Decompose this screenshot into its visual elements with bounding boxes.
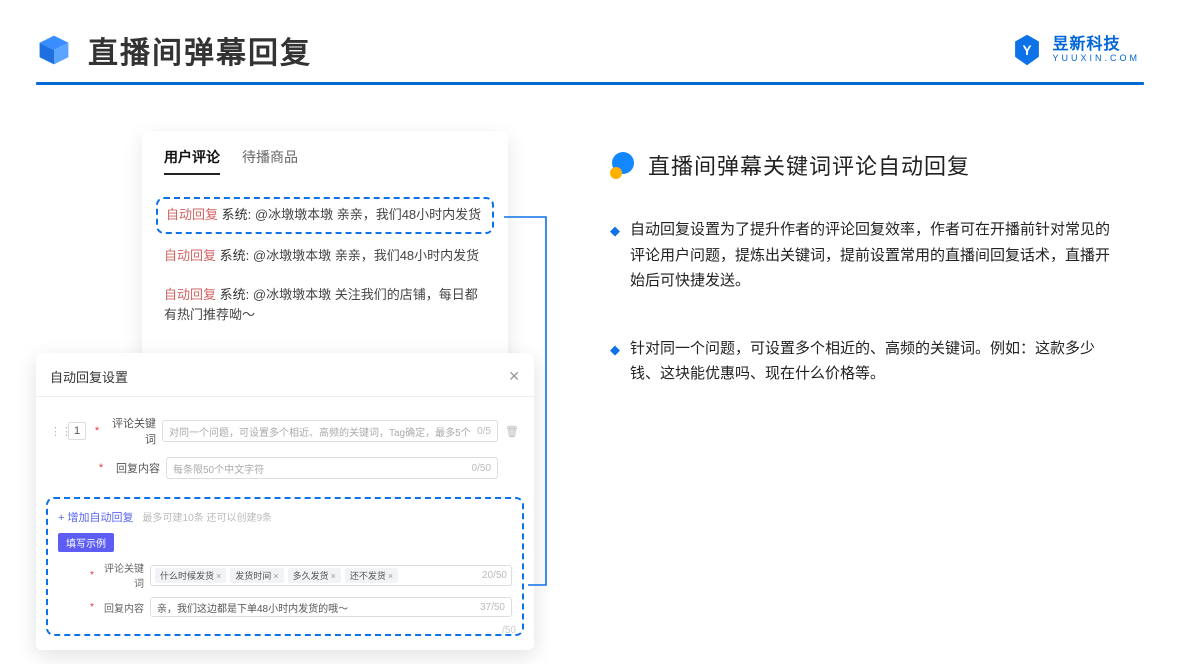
example-pill: 填写示例 bbox=[58, 533, 114, 552]
system-label: 系统: bbox=[222, 207, 252, 222]
section-title: 直播间弹幕关键词评论自动回复 bbox=[648, 149, 970, 181]
ex-keyword-tags[interactable]: 什么时候发货× 发货时间× 多久发货× 还不发货× 20/50 bbox=[150, 565, 512, 586]
auto-reply-settings-panel: 自动回复设置 ✕ ⋮⋮ 1 * 评论关键词 对同一个问题，可设置多个相近、高频的… bbox=[36, 353, 534, 650]
tag-remove-icon[interactable]: × bbox=[273, 571, 278, 581]
rule-index: 1 bbox=[68, 422, 86, 440]
bullet-text-2: 针对同一个问题，可设置多个相近的、高频的关键词。例如：这款多少钱、这块能优惠吗、… bbox=[630, 336, 1110, 387]
comment-item-highlighted: 自动回复 系统: @冰墩墩本墩 亲亲，我们48小时内发货 bbox=[156, 197, 494, 234]
settings-title: 自动回复设置 bbox=[50, 367, 128, 386]
page-title: 直播间弹幕回复 bbox=[88, 28, 312, 72]
cube-icon bbox=[36, 32, 72, 68]
auto-reply-badge: 自动回复 bbox=[164, 248, 216, 263]
bullet-text-1: 自动回复设置为了提升作者的评论回复效率，作者可在开播前针对常见的评论用户问题，提… bbox=[630, 217, 1110, 294]
reply-counter: 0/50 bbox=[472, 463, 491, 474]
tag[interactable]: 多久发货× bbox=[288, 568, 341, 583]
required-mark: * bbox=[88, 602, 96, 613]
tab-user-comments[interactable]: 用户评论 bbox=[164, 147, 220, 175]
keyword-counter: 0/5 bbox=[477, 426, 491, 437]
close-icon[interactable]: ✕ bbox=[508, 368, 520, 385]
auto-reply-badge: 自动回复 bbox=[164, 287, 216, 302]
bullet-icon: ◆ bbox=[610, 339, 620, 387]
tag-remove-icon[interactable]: × bbox=[388, 571, 393, 581]
example-block: + 增加自动回复 最多可建10条 还可以创建9条 填写示例 * 评论关键词 什么… bbox=[46, 497, 524, 636]
svg-text:Y: Y bbox=[1023, 43, 1032, 58]
section-icon bbox=[610, 152, 636, 178]
tab-pending-goods[interactable]: 待播商品 bbox=[242, 147, 298, 175]
comment-text: @冰墩墩本墩 亲亲，我们48小时内发货 bbox=[253, 248, 479, 263]
tag-remove-icon[interactable]: × bbox=[331, 571, 336, 581]
system-label: 系统: bbox=[220, 287, 250, 302]
system-label: 系统: bbox=[220, 248, 250, 263]
reply-label: 回复内容 bbox=[106, 460, 160, 476]
keyword-input[interactable]: 对同一个问题，可设置多个相近、高频的关键词，Tag确定，最多5个 0/5 bbox=[162, 420, 498, 442]
comment-item: 自动回复 系统: @冰墩墩本墩 关注我们的店铺，每日都有热门推荐呦～ bbox=[156, 279, 494, 333]
faint-counter: /50 bbox=[502, 625, 516, 636]
reply-placeholder: 每条限50个中文字符 bbox=[173, 461, 466, 476]
bullet-icon: ◆ bbox=[610, 220, 620, 294]
ex-reply-input[interactable]: 亲，我们这边都是下单48小时内发货的哦～ 37/50 bbox=[150, 597, 512, 617]
ex-keyword-label: 评论关键词 bbox=[96, 560, 144, 590]
ex-reply-counter: 37/50 bbox=[480, 602, 505, 613]
tag-remove-icon[interactable]: × bbox=[216, 571, 221, 581]
tag[interactable]: 什么时候发货× bbox=[155, 568, 226, 583]
trash-icon[interactable]: 🗑 bbox=[504, 425, 520, 438]
tag[interactable]: 发货时间× bbox=[230, 568, 283, 583]
add-hint: 最多可建10条 还可以创建9条 bbox=[143, 513, 272, 524]
ex-reply-text: 亲，我们这边都是下单48小时内发货的哦～ bbox=[157, 600, 348, 615]
required-mark: * bbox=[88, 570, 96, 581]
logo-en: YUUXIN.COM bbox=[1052, 54, 1140, 64]
ex-reply-label: 回复内容 bbox=[96, 600, 144, 615]
comment-item: 自动回复 系统: @冰墩墩本墩 亲亲，我们48小时内发货 bbox=[156, 240, 494, 273]
keyword-label: 评论关键词 bbox=[102, 415, 156, 447]
tag[interactable]: 还不发货× bbox=[345, 568, 398, 583]
comment-text: @冰墩墩本墩 亲亲，我们48小时内发货 bbox=[255, 207, 481, 222]
brand-logo: Y 昱新科技 YUUXIN.COM bbox=[1010, 33, 1140, 67]
drag-handle-icon[interactable]: ⋮⋮ bbox=[50, 425, 62, 438]
auto-reply-badge: 自动回复 bbox=[166, 207, 218, 222]
logo-mark-icon: Y bbox=[1010, 33, 1044, 67]
required-mark: * bbox=[96, 462, 106, 474]
ex-keyword-counter: 20/50 bbox=[482, 570, 507, 581]
logo-cn: 昱新科技 bbox=[1052, 36, 1140, 54]
keyword-placeholder: 对同一个问题，可设置多个相近、高频的关键词，Tag确定，最多5个 bbox=[169, 424, 471, 439]
add-auto-reply-link[interactable]: + 增加自动回复 bbox=[58, 512, 133, 524]
required-mark: * bbox=[92, 425, 102, 437]
reply-input[interactable]: 每条限50个中文字符 0/50 bbox=[166, 457, 498, 479]
